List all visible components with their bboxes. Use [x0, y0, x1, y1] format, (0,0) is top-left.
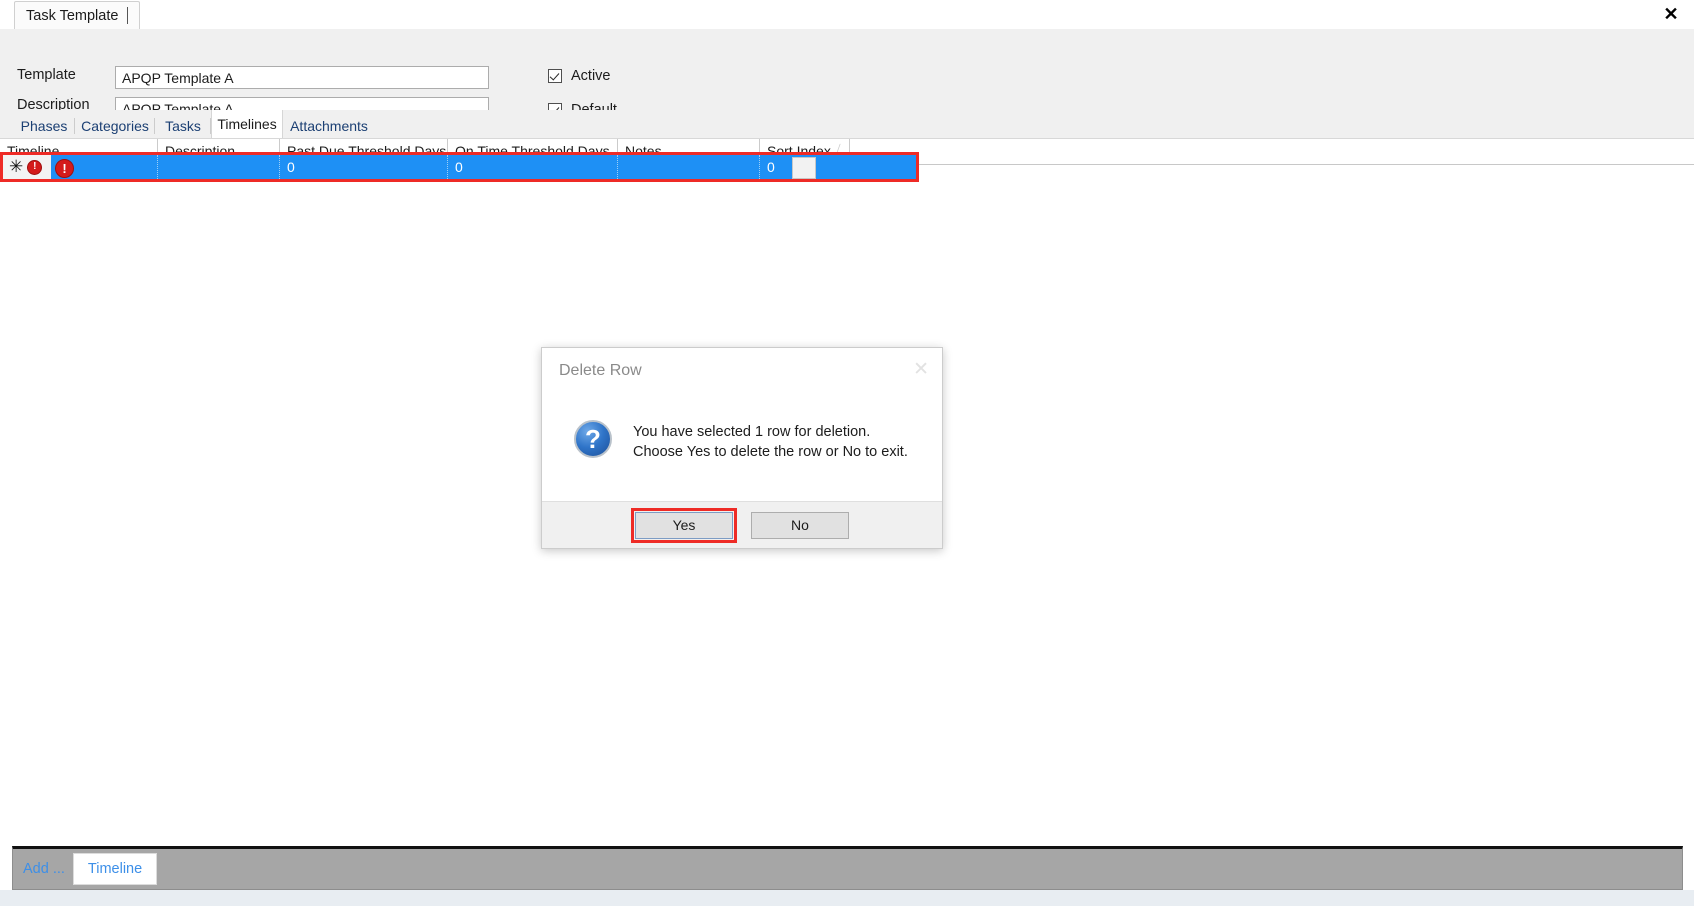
- dialog-title-bar: Delete Row ✕: [542, 348, 942, 394]
- add-bar: Add ... Timeline: [12, 846, 1683, 890]
- dialog-message-line1: You have selected 1 row for deletion.: [633, 424, 871, 440]
- checkbox-active[interactable]: [548, 69, 562, 83]
- tab-attachments[interactable]: Attachments: [283, 114, 375, 138]
- cell-value: 0: [767, 159, 775, 175]
- cell-past-due-threshold-days[interactable]: 0: [280, 155, 448, 179]
- template-form-panel: Template Description Active Default: [0, 29, 1694, 120]
- window-tab-strip: Task Template ✕: [0, 0, 1694, 30]
- cell-sort-index[interactable]: 0: [760, 155, 916, 179]
- cell-value: 0: [287, 159, 295, 175]
- dialog-close-icon[interactable]: ✕: [913, 360, 929, 379]
- dialog-footer: Yes No: [542, 501, 942, 548]
- dialog-message: You have selected 1 row for deletion. Ch…: [633, 422, 908, 462]
- window-bottom-strip: [0, 890, 1694, 906]
- tab-phases-label: Phases: [20, 118, 68, 134]
- active-checkbox-label: Active: [571, 68, 611, 84]
- row-error-icon[interactable]: !: [27, 159, 43, 175]
- template-field-label: Template: [17, 67, 76, 83]
- dialog-message-line2: Choose Yes to delete the row or No to ex…: [633, 444, 908, 460]
- template-input[interactable]: [115, 66, 489, 89]
- add-label: Add ...: [23, 861, 65, 877]
- tab-timelines-label: Timelines: [217, 116, 277, 132]
- text-caret: [127, 7, 129, 24]
- cell-value: 0: [455, 159, 463, 175]
- tab-categories[interactable]: Categories: [75, 114, 155, 138]
- yes-button[interactable]: Yes: [631, 507, 737, 543]
- inner-tab-strip: Phases Categories Tasks Timelines Attach…: [0, 110, 1694, 138]
- add-timeline-button[interactable]: Timeline: [72, 853, 158, 885]
- tab-tasks[interactable]: Tasks: [155, 114, 211, 138]
- tab-attachments-label: Attachments: [290, 118, 368, 134]
- cell-on-time-threshold-days[interactable]: 0: [448, 155, 618, 179]
- dialog-body: ? You have selected 1 row for deletion. …: [542, 394, 942, 501]
- close-icon[interactable]: ✕: [1656, 0, 1686, 28]
- window-tab-label: Task Template: [26, 7, 119, 24]
- tab-phases[interactable]: Phases: [13, 114, 75, 138]
- cell-description[interactable]: [158, 155, 280, 179]
- cell-notes[interactable]: [618, 155, 760, 179]
- cell-error-icon[interactable]: !: [55, 159, 74, 178]
- window-tab-task-template[interactable]: Task Template: [14, 1, 141, 29]
- tab-tasks-label: Tasks: [165, 118, 201, 134]
- notes-editor-button[interactable]: [792, 157, 816, 179]
- active-checkbox-row[interactable]: Active: [548, 68, 611, 84]
- tab-timelines[interactable]: Timelines: [211, 110, 283, 138]
- tab-categories-label: Categories: [81, 118, 149, 134]
- dialog-title: Delete Row: [559, 362, 642, 379]
- question-icon: ?: [574, 420, 612, 458]
- no-button[interactable]: No: [751, 511, 849, 539]
- task-template-window: Task Template ✕ Template Description Act…: [0, 0, 1694, 906]
- new-row-asterisk-icon: ✳: [9, 156, 24, 176]
- table-row[interactable]: 0 0 0 ✳ ! !: [3, 155, 916, 179]
- row-header-indicator[interactable]: ✳ !: [3, 155, 51, 179]
- delete-row-dialog: Delete Row ✕ ? You have selected 1 row f…: [541, 347, 943, 549]
